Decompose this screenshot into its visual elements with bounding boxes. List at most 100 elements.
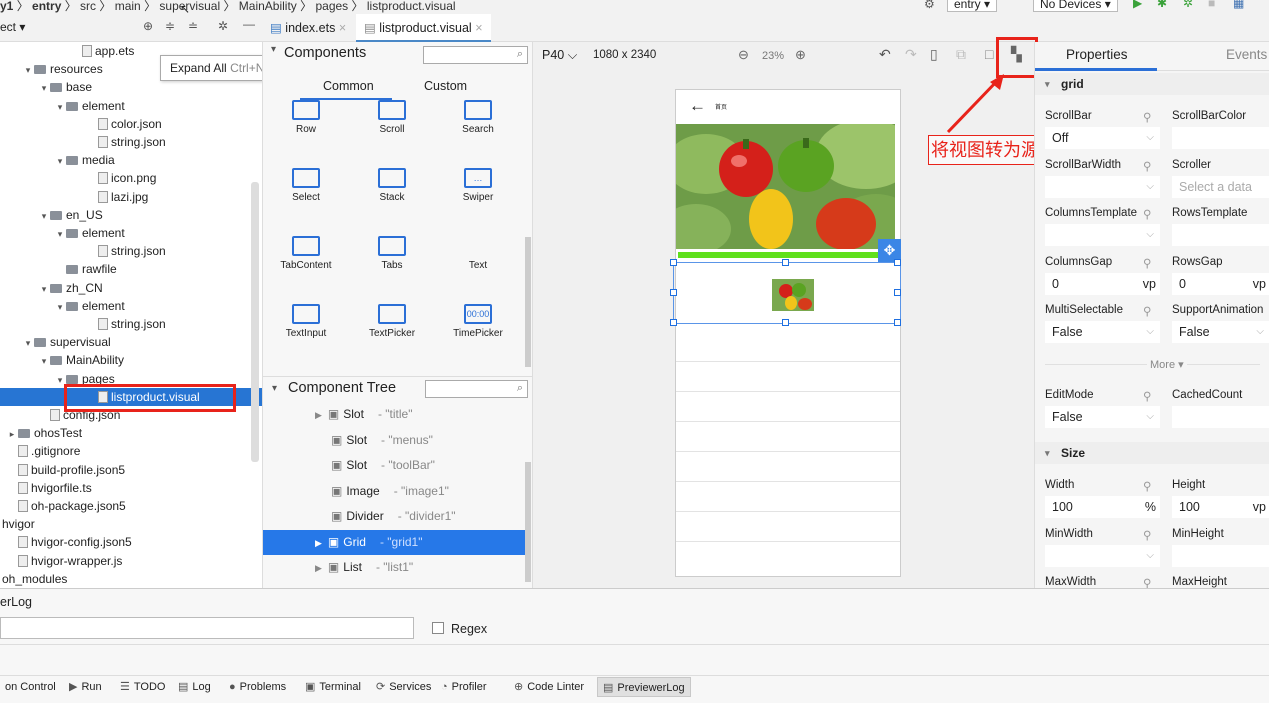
debug-icon[interactable]: ✱ bbox=[1157, 0, 1167, 10]
link-icon[interactable]: ⚲ bbox=[1143, 110, 1151, 124]
link-icon[interactable]: ⚲ bbox=[1143, 479, 1151, 493]
tree-item[interactable]: hvigor-wrapper.js bbox=[0, 552, 262, 570]
component-tabs[interactable]: Tabs bbox=[349, 236, 435, 271]
bottom-tab-services[interactable]: ⟳ Services bbox=[371, 677, 436, 697]
property-value[interactable]: 0 vp bbox=[1045, 272, 1160, 295]
divider1[interactable] bbox=[678, 252, 883, 258]
product-image[interactable] bbox=[676, 124, 895, 249]
breadcrumb-project[interactable]: y1 bbox=[0, 0, 13, 13]
resize-handle[interactable] bbox=[670, 259, 677, 266]
tree-item[interactable]: hvigor-config.json5 bbox=[0, 533, 262, 551]
link-icon[interactable]: ⚲ bbox=[1143, 159, 1151, 173]
locate-icon[interactable]: ⊕ bbox=[143, 19, 153, 33]
component-tabcontent[interactable]: TabContent bbox=[263, 236, 349, 271]
tab-common[interactable]: Common bbox=[323, 79, 374, 93]
device-select[interactable]: P40 ⌵ bbox=[542, 48, 577, 63]
component-tree-search-input[interactable]: ⌕ bbox=[425, 380, 528, 398]
device-orientation-icon[interactable]: ▯ bbox=[930, 46, 938, 63]
sdk-manager-icon[interactable]: ▦ bbox=[1233, 0, 1244, 10]
breadcrumb-main[interactable]: main bbox=[115, 0, 141, 13]
tree-item[interactable]: string.json bbox=[0, 242, 262, 260]
tab-custom[interactable]: Custom bbox=[424, 79, 467, 93]
link-icon[interactable]: ⚲ bbox=[1143, 528, 1151, 542]
grid1-selection[interactable] bbox=[670, 259, 901, 326]
bottom-tab-previewerlog[interactable]: ▤ PreviewerLog bbox=[597, 677, 691, 697]
tab-index-ets[interactable]: ▤ index.ets × bbox=[262, 14, 354, 42]
bottom-tab-profiler[interactable]: ◔ Profiler bbox=[436, 677, 492, 697]
redo-icon[interactable]: ↷ bbox=[905, 46, 917, 63]
chevron-icon[interactable]: ▾ bbox=[38, 352, 50, 370]
tree-item[interactable]: ▾ en_US bbox=[0, 206, 262, 224]
attach-debug-icon[interactable]: ✲ bbox=[1183, 0, 1193, 10]
breadcrumb-file[interactable]: listproduct.visual bbox=[367, 0, 456, 13]
breadcrumb-pages[interactable]: pages bbox=[315, 0, 348, 13]
chevron-icon[interactable]: ▾ bbox=[22, 61, 34, 79]
link-icon[interactable]: ⚲ bbox=[1143, 576, 1151, 588]
tree-item[interactable]: oh-package.json5 bbox=[0, 497, 262, 515]
bottom-tab-on-control[interactable]: on Control bbox=[0, 677, 61, 697]
component-tree-item[interactable]: ▶ ▣ Slot - "title" bbox=[263, 402, 525, 427]
chevron-right-icon[interactable]: ▶ bbox=[315, 538, 322, 548]
resize-handle[interactable] bbox=[782, 319, 789, 326]
bottom-tab-problems[interactable]: ● Problems bbox=[224, 677, 291, 697]
chevron-icon[interactable]: ▾ bbox=[54, 225, 66, 243]
hide-panel-icon[interactable]: — bbox=[243, 17, 255, 31]
device-select[interactable]: No Devices ▾ bbox=[1033, 0, 1118, 12]
gear-icon[interactable]: ✲ bbox=[218, 19, 228, 33]
tree-scrollbar[interactable] bbox=[525, 462, 531, 582]
chevron-icon[interactable]: ▾ bbox=[54, 98, 66, 116]
back-arrow-icon[interactable]: ← bbox=[689, 96, 706, 116]
property-value[interactable]: 100 vp bbox=[1172, 496, 1269, 518]
resize-handle[interactable] bbox=[670, 289, 677, 296]
tree-item[interactable]: string.json bbox=[0, 315, 262, 333]
tree-item[interactable]: color.json bbox=[0, 115, 262, 133]
collapse-all-icon[interactable]: ≐ bbox=[188, 19, 198, 33]
link-icon[interactable]: ⚲ bbox=[1143, 389, 1151, 403]
unit-select[interactable]: % bbox=[1145, 496, 1156, 518]
tree-item[interactable]: ▸ ohosTest bbox=[0, 424, 262, 442]
property-value[interactable]: 100% bbox=[1045, 496, 1160, 518]
breadcrumb-mainability[interactable]: MainAbility bbox=[239, 0, 297, 13]
chevron-icon[interactable]: ▾ bbox=[22, 334, 34, 352]
components-scrollbar[interactable] bbox=[525, 237, 531, 367]
close-icon[interactable]: × bbox=[339, 21, 346, 35]
component-scroll[interactable]: Scroll bbox=[349, 100, 435, 135]
chevron-right-icon[interactable]: ▶ bbox=[315, 563, 322, 573]
component-swiper[interactable]: … Swiper bbox=[435, 168, 521, 203]
tree-item[interactable]: ▾ media bbox=[0, 151, 262, 169]
chevron-icon[interactable]: ▸ bbox=[6, 425, 18, 443]
tree-item[interactable]: ▾ element bbox=[0, 97, 262, 115]
tree-item[interactable]: .gitignore bbox=[0, 442, 262, 460]
chevron-icon[interactable]: ▾ bbox=[38, 280, 50, 298]
expand-all-icon[interactable]: ≑ bbox=[165, 19, 175, 33]
bottom-tab-log[interactable]: ▤ Log bbox=[173, 677, 216, 697]
property-value[interactable]: ⌵ bbox=[1045, 224, 1160, 246]
property-value[interactable]: ⌵ bbox=[1045, 544, 1160, 567]
chevron-down-icon[interactable]: ⌵ bbox=[1146, 545, 1154, 567]
undo-icon[interactable]: ↶ bbox=[879, 46, 891, 63]
component-tree-item[interactable]: ▶ ▣ Grid - "grid1" bbox=[263, 529, 525, 555]
property-value[interactable] bbox=[1172, 544, 1269, 567]
tree-item[interactable]: ▾ base bbox=[0, 78, 262, 96]
tab-events[interactable]: Events bbox=[1226, 47, 1267, 62]
link-icon[interactable]: ⚲ bbox=[1143, 304, 1151, 318]
tree-item[interactable]: ▾ zh_CN bbox=[0, 279, 262, 297]
component-select[interactable]: Select bbox=[263, 168, 349, 203]
property-value[interactable]: ⌵ bbox=[1045, 175, 1160, 198]
tree-item[interactable]: icon.png bbox=[0, 169, 262, 187]
component-textpicker[interactable]: TextPicker bbox=[349, 304, 435, 339]
property-value[interactable]: Off ⌵ bbox=[1045, 127, 1160, 149]
component-tree-item[interactable]: ▣ Image - "image1" bbox=[263, 479, 525, 504]
component-stack[interactable]: Stack bbox=[349, 168, 435, 203]
list1[interactable] bbox=[676, 332, 900, 578]
tree-item[interactable]: ▾ MainAbility bbox=[0, 351, 262, 369]
run-icon[interactable]: ▶ bbox=[1133, 0, 1142, 10]
tree-item[interactable]: oh_modules bbox=[0, 570, 262, 588]
collapse-arrow-icon[interactable]: ▾ bbox=[271, 44, 276, 55]
chevron-right-icon[interactable]: ▶ bbox=[315, 410, 322, 420]
property-value[interactable] bbox=[1172, 405, 1269, 428]
tree-item[interactable]: ▾ element bbox=[0, 224, 262, 242]
chevron-down-icon[interactable]: ⌵ bbox=[1256, 321, 1264, 343]
collapse-arrow-icon[interactable]: ▾ bbox=[272, 383, 277, 394]
chevron-icon[interactable]: ▾ bbox=[38, 207, 50, 225]
